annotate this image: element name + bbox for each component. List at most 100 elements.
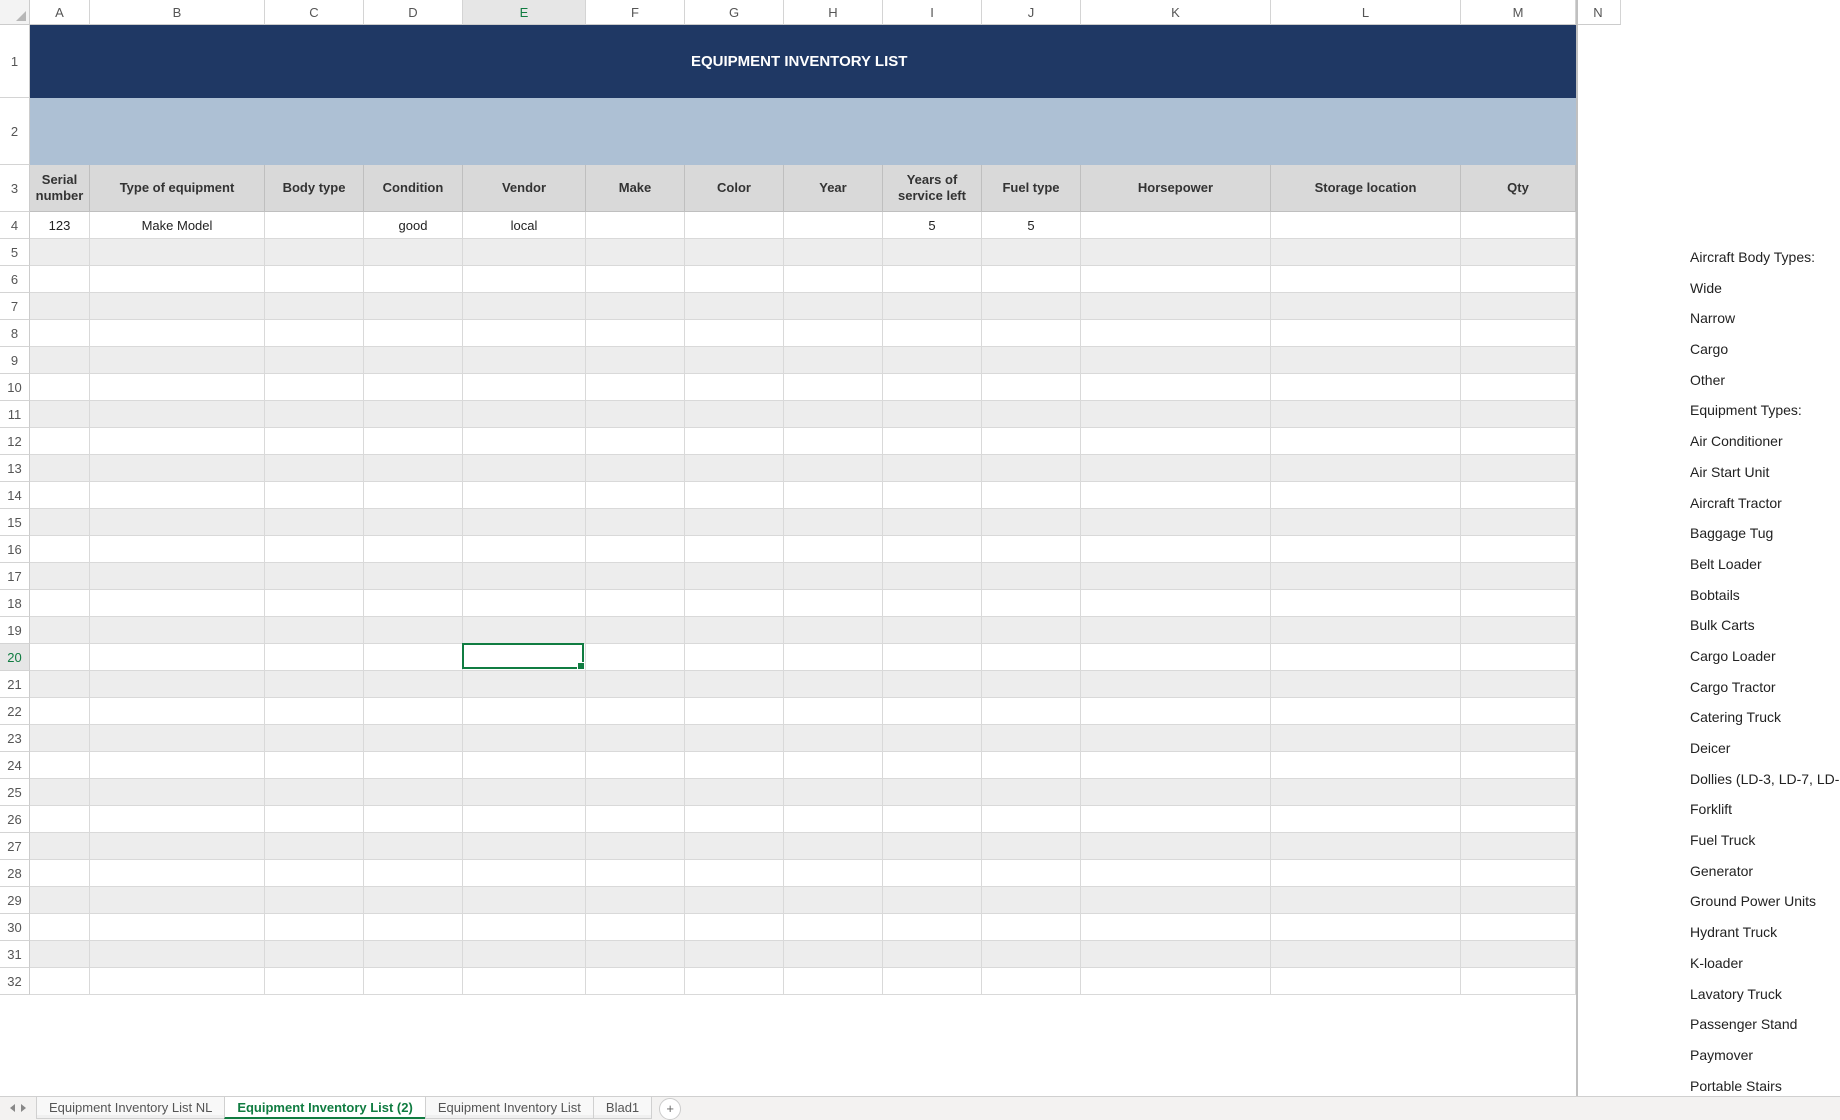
cell-E15[interactable] (463, 509, 586, 536)
cell-B28[interactable] (90, 860, 265, 887)
cell-H7[interactable] (784, 293, 883, 320)
cell-B22[interactable] (90, 698, 265, 725)
cell-E11[interactable] (463, 401, 586, 428)
cell-G11[interactable] (685, 401, 784, 428)
cell-D31[interactable] (364, 941, 463, 968)
cell-H24[interactable] (784, 752, 883, 779)
cell-C17[interactable] (265, 563, 364, 590)
cell-A10[interactable] (30, 374, 90, 401)
cell-J23[interactable] (982, 725, 1081, 752)
cell-E14[interactable] (463, 482, 586, 509)
cell-B29[interactable] (90, 887, 265, 914)
list-item[interactable]: Cargo (1690, 334, 1840, 365)
cell-M21[interactable] (1461, 671, 1576, 698)
cell-H29[interactable] (784, 887, 883, 914)
row-header-28[interactable]: 28 (0, 860, 30, 887)
cell-D24[interactable] (364, 752, 463, 779)
cell-M14[interactable] (1461, 482, 1576, 509)
cell-N10[interactable] (1576, 374, 1621, 401)
cell-H23[interactable] (784, 725, 883, 752)
row-header-17[interactable]: 17 (0, 563, 30, 590)
cell-M9[interactable] (1461, 347, 1576, 374)
select-all-corner[interactable] (0, 0, 30, 25)
cell-A4[interactable]: 123 (30, 212, 90, 239)
cell-F4[interactable] (586, 212, 685, 239)
cell-G31[interactable] (685, 941, 784, 968)
cell-G29[interactable] (685, 887, 784, 914)
cell-F23[interactable] (586, 725, 685, 752)
cell-N17[interactable] (1576, 563, 1621, 590)
cell-F11[interactable] (586, 401, 685, 428)
cell-M24[interactable] (1461, 752, 1576, 779)
cell-M32[interactable] (1461, 968, 1576, 995)
cell-B20[interactable] (90, 644, 265, 671)
col-header-M[interactable]: M (1461, 0, 1576, 25)
add-sheet-button[interactable]: + (659, 1098, 681, 1120)
table-header-B[interactable]: Type of equipment (90, 165, 265, 212)
list-item[interactable]: Fuel Truck (1690, 825, 1840, 856)
cell-D25[interactable] (364, 779, 463, 806)
cell-K29[interactable] (1081, 887, 1271, 914)
cell-I12[interactable] (883, 428, 982, 455)
cell-M25[interactable] (1461, 779, 1576, 806)
cell-H27[interactable] (784, 833, 883, 860)
cell-M13[interactable] (1461, 455, 1576, 482)
cell-F26[interactable] (586, 806, 685, 833)
cell-B16[interactable] (90, 536, 265, 563)
cell-I23[interactable] (883, 725, 982, 752)
cell-B15[interactable] (90, 509, 265, 536)
cell-J29[interactable] (982, 887, 1081, 914)
cell-E9[interactable] (463, 347, 586, 374)
cell-D15[interactable] (364, 509, 463, 536)
table-header-A[interactable]: Serial number (30, 165, 90, 212)
cell-G15[interactable] (685, 509, 784, 536)
cell-J5[interactable] (982, 239, 1081, 266)
cell-K5[interactable] (1081, 239, 1271, 266)
cell-N4[interactable] (1576, 212, 1621, 239)
row-header-14[interactable]: 14 (0, 482, 30, 509)
list-item[interactable]: Catering Truck (1690, 702, 1840, 733)
row-header-11[interactable]: 11 (0, 401, 30, 428)
cell-E21[interactable] (463, 671, 586, 698)
cell-G22[interactable] (685, 698, 784, 725)
cell-G16[interactable] (685, 536, 784, 563)
cell-G12[interactable] (685, 428, 784, 455)
cell-F18[interactable] (586, 590, 685, 617)
col-header-G[interactable]: G (685, 0, 784, 25)
cell-D9[interactable] (364, 347, 463, 374)
row-header-7[interactable]: 7 (0, 293, 30, 320)
cell-D14[interactable] (364, 482, 463, 509)
cell-M16[interactable] (1461, 536, 1576, 563)
page-title[interactable]: EQUIPMENT INVENTORY LIST (685, 25, 1576, 98)
cell-L18[interactable] (1271, 590, 1461, 617)
cell-C24[interactable] (265, 752, 364, 779)
cell-B4[interactable]: Make Model (90, 212, 265, 239)
cell-F10[interactable] (586, 374, 685, 401)
cell-D7[interactable] (364, 293, 463, 320)
cell[interactable] (1576, 98, 1621, 165)
cell-D26[interactable] (364, 806, 463, 833)
col-header-F[interactable]: F (586, 0, 685, 25)
cell-J14[interactable] (982, 482, 1081, 509)
cell-C11[interactable] (265, 401, 364, 428)
cell-C26[interactable] (265, 806, 364, 833)
cell-N30[interactable] (1576, 914, 1621, 941)
table-header-G[interactable]: Color (685, 165, 784, 212)
cell-E25[interactable] (463, 779, 586, 806)
cell-E23[interactable] (463, 725, 586, 752)
col-header-D[interactable]: D (364, 0, 463, 25)
cell-L26[interactable] (1271, 806, 1461, 833)
cell-L16[interactable] (1271, 536, 1461, 563)
cell-I27[interactable] (883, 833, 982, 860)
row-header-4[interactable]: 4 (0, 212, 30, 239)
cell-G24[interactable] (685, 752, 784, 779)
table-header-I[interactable]: Years of service left (883, 165, 982, 212)
cell-F28[interactable] (586, 860, 685, 887)
cell-G8[interactable] (685, 320, 784, 347)
row-header-21[interactable]: 21 (0, 671, 30, 698)
cell-H10[interactable] (784, 374, 883, 401)
cell-N14[interactable] (1576, 482, 1621, 509)
cell-H6[interactable] (784, 266, 883, 293)
cell-J26[interactable] (982, 806, 1081, 833)
cell-K27[interactable] (1081, 833, 1271, 860)
